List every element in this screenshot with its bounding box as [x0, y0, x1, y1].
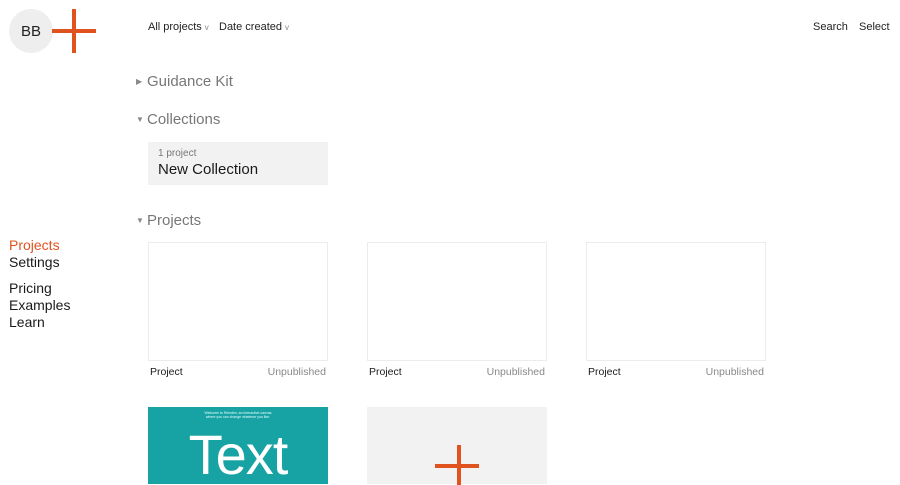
thumbnail-big-text: Text	[188, 423, 289, 484]
section-guidance-kit[interactable]: ▶ Guidance Kit	[136, 73, 233, 90]
example-text-thumbnail[interactable]: Welcome to Reindex, an interactive canva…	[148, 407, 328, 484]
collection-card[interactable]: 1 project New Collection	[148, 142, 328, 185]
project-thumbnail[interactable]	[148, 242, 328, 361]
collection-project-count: 1 project	[158, 148, 197, 159]
project-name[interactable]: Project	[588, 366, 621, 378]
all-projects-filter[interactable]: All projects v	[148, 21, 209, 33]
section-collections[interactable]: ▼ Collections	[136, 111, 220, 128]
project-name[interactable]: Project	[369, 366, 402, 378]
search-button[interactable]: Search	[813, 21, 848, 33]
date-created-sort-label: Date created	[219, 21, 282, 33]
project-name[interactable]: Project	[150, 366, 183, 378]
triangle-down-icon: ▼	[136, 216, 144, 225]
new-project-thumbnail[interactable]	[367, 407, 547, 485]
project-thumbnail[interactable]	[586, 242, 766, 361]
nav-learn[interactable]: Learn	[9, 314, 45, 331]
project-thumbnail[interactable]	[367, 242, 547, 361]
collection-name: New Collection	[158, 161, 259, 178]
avatar[interactable]: BB	[9, 9, 53, 53]
section-title: Projects	[147, 212, 202, 229]
section-title: Guidance Kit	[147, 73, 233, 90]
section-title: Collections	[147, 111, 221, 128]
chevron-down-icon: v	[204, 23, 209, 32]
avatar-initials: BB	[20, 22, 41, 40]
nav-pricing[interactable]: Pricing	[9, 280, 52, 297]
nav-examples[interactable]: Examples	[9, 297, 70, 314]
project-status: Unpublished	[705, 366, 764, 378]
nav-settings[interactable]: Settings	[9, 254, 60, 271]
plus-logo-icon[interactable]	[52, 9, 96, 53]
all-projects-filter-label: All projects	[148, 21, 202, 33]
chevron-down-icon: v	[284, 23, 289, 32]
thumbnail-caption-line: where you can change whatever you like.	[205, 415, 271, 419]
triangle-right-icon: ▶	[136, 77, 143, 86]
project-status: Unpublished	[486, 366, 545, 378]
select-button[interactable]: Select	[859, 21, 890, 33]
nav-projects[interactable]: Projects	[9, 237, 60, 254]
section-projects[interactable]: ▼ Projects	[136, 212, 201, 229]
date-created-sort[interactable]: Date created v	[219, 21, 289, 33]
project-status: Unpublished	[267, 366, 326, 378]
triangle-down-icon: ▼	[136, 115, 144, 124]
